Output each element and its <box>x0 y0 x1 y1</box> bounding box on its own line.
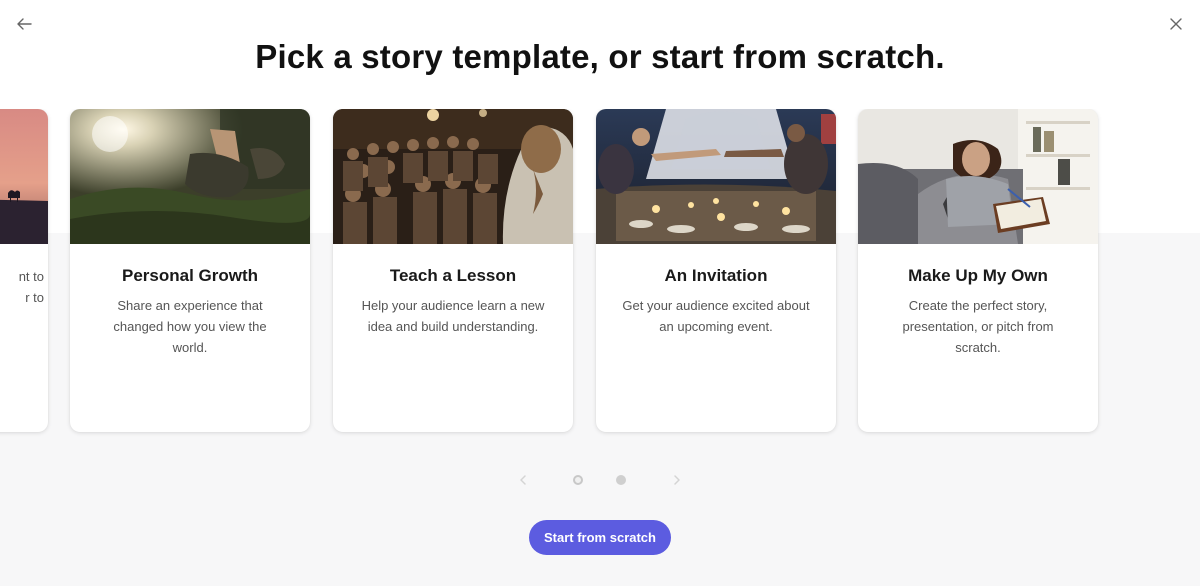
card-image-lecture <box>333 109 573 244</box>
arrow-left-icon <box>17 18 32 30</box>
start-from-scratch-button[interactable]: Start from scratch <box>529 520 671 555</box>
card-description-line: idea and build understanding. <box>367 319 539 334</box>
card-description-line: scratch. <box>955 340 1001 355</box>
card-description-line: Help your audience learn a new <box>361 298 545 313</box>
chevron-right-icon <box>674 475 680 485</box>
carousel-dot-page-2[interactable] <box>616 475 626 485</box>
card-image-sunset <box>0 109 48 244</box>
card-image-dinner-party <box>596 109 836 244</box>
card-image-journal <box>858 109 1098 244</box>
card-description-line: presentation, or pitch from <box>902 319 1054 334</box>
template-card-partial[interactable]: nt to r to <box>0 109 48 432</box>
card-description-line: changed how you view the <box>113 319 267 334</box>
carousel-dot-page-1[interactable] <box>573 475 583 485</box>
close-icon <box>1170 18 1182 30</box>
card-description-line: r to <box>25 290 44 305</box>
template-card-an-invitation[interactable]: An Invitation Get your audience excited … <box>596 109 836 432</box>
card-description: Get your audience excited about an upcom… <box>620 295 812 337</box>
close-button[interactable] <box>1164 12 1188 36</box>
card-description: Help your audience learn a new idea and … <box>357 295 549 337</box>
card-title: An Invitation <box>664 266 768 285</box>
card-title: Teach a Lesson <box>389 266 517 285</box>
card-title: Personal Growth <box>121 266 259 285</box>
card-image-hiking <box>70 109 310 244</box>
back-button[interactable] <box>12 12 36 36</box>
carousel-pager <box>508 465 692 495</box>
page-title: Pick a story template, or start from scr… <box>255 38 945 75</box>
card-description-line: world. <box>172 340 208 355</box>
card-description: Share an experience that changed how you… <box>94 295 286 358</box>
chevron-left-icon <box>520 475 526 485</box>
card-description-line: an upcoming event. <box>659 319 773 334</box>
template-carousel: nt to r to Personal Growth Share an expe… <box>0 109 1200 439</box>
carousel-next-button[interactable] <box>662 465 692 495</box>
card-description-line: Share an experience that <box>117 298 263 313</box>
card-description-line: nt to <box>18 269 44 284</box>
card-title: Make Up My Own <box>908 266 1048 285</box>
card-description-line: Create the perfect story, <box>908 298 1048 313</box>
card-description-line: Get your audience excited about <box>622 298 810 313</box>
card-description: nt to r to <box>0 266 44 308</box>
template-picker-page: Pick a story template, or start from scr… <box>0 0 1200 586</box>
template-card-make-up-my-own[interactable]: Make Up My Own Create the perfect story,… <box>858 109 1098 432</box>
template-card-teach-a-lesson[interactable]: Teach a Lesson Help your audience learn … <box>333 109 573 432</box>
carousel-prev-button[interactable] <box>508 465 538 495</box>
card-description: Create the perfect story, presentation, … <box>882 295 1074 358</box>
template-card-personal-growth[interactable]: Personal Growth Share an experience that… <box>70 109 310 432</box>
